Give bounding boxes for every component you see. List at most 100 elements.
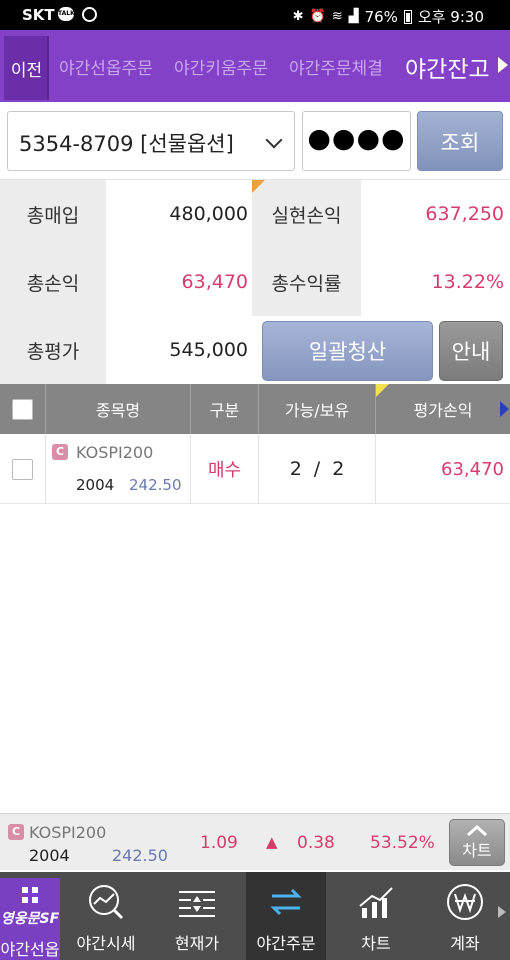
- tab-night-order-execution[interactable]: 야간주문체결: [289, 54, 383, 79]
- total-pl-label: 총손익: [0, 248, 106, 316]
- account-select-value: 5354-8709 [선물옵션]: [19, 132, 234, 156]
- row-checkbox[interactable]: [12, 458, 33, 480]
- nav-label: 계좌: [450, 934, 480, 953]
- total-eval-label: 총평가: [0, 316, 106, 384]
- balance-summary: 총매입 480,000 실현손익 637,250 총손익 63,470 총수익률…: [0, 180, 510, 384]
- wifi-icon: ≋: [331, 9, 343, 24]
- holdings-table-header: 종목명 구분 가능/보유 평가손익: [0, 384, 510, 434]
- row-symbol: KOSPI200: [76, 443, 154, 462]
- bottom-nav: 영웅문SF 야간선옵 야간시세 현재가 야간주문 차트 계좌: [0, 872, 510, 960]
- nav-label: 야간선옵: [0, 940, 60, 959]
- nav-night-order[interactable]: 야간주문: [246, 872, 326, 960]
- guide-button[interactable]: 안내: [439, 321, 503, 381]
- back-button[interactable]: 이전: [4, 36, 49, 100]
- header-qty[interactable]: 가능/보유: [259, 384, 376, 434]
- chevron-down-icon: [265, 131, 283, 149]
- talk-icon: TALK: [58, 7, 75, 21]
- query-button[interactable]: 조회: [417, 111, 503, 171]
- row-held: 2: [332, 458, 345, 480]
- price-lines-icon: [179, 891, 215, 917]
- signal-icon: ▟: [348, 9, 359, 24]
- nav-scroll-right-icon[interactable]: [498, 906, 506, 918]
- grid-icon: [22, 887, 38, 903]
- nav-night-quote[interactable]: 야간시세: [66, 872, 146, 960]
- account-row: 5354-8709 [선물옵션] ●●●● 조회: [0, 102, 510, 180]
- alarm-icon: ⏰: [309, 9, 326, 24]
- header-side[interactable]: 구분: [191, 384, 259, 434]
- corner-marker-icon: [252, 180, 265, 193]
- nav-current-price[interactable]: 현재가: [157, 872, 237, 960]
- qty-separator: /: [313, 458, 321, 480]
- chevron-up-icon: [467, 825, 487, 837]
- quote-bar[interactable]: C KOSPI200 2004 242.50 1.09 ▲ 0.38 53.52…: [0, 813, 510, 870]
- battery-percent: 76%: [364, 7, 398, 26]
- nav-label: 차트: [361, 934, 391, 953]
- tab-scroll-right-icon[interactable]: [498, 57, 508, 73]
- carrier-label: SKT: [22, 6, 55, 24]
- tab-night-option-order[interactable]: 야간선옵주문: [59, 54, 153, 79]
- quote-rate: 53.52%: [370, 833, 435, 853]
- summary-row-3: 총평가 545,000 일괄청산 안내: [0, 316, 510, 384]
- exchange-arrows-icon: [270, 888, 302, 916]
- clock: 오후 9:30: [417, 8, 484, 26]
- call-badge: C: [8, 824, 24, 840]
- top-tab-bar: 이전 야간선옵주문 야간키움주문 야간주문체결 야간잔고: [0, 30, 510, 102]
- quote-month: 2004: [29, 846, 70, 865]
- globe-search-icon: [89, 885, 124, 920]
- row-qty: 2 / 2: [259, 434, 376, 504]
- nav-label: 현재가: [174, 934, 220, 953]
- nav-home[interactable]: 영웅문SF 야간선옵: [0, 878, 60, 960]
- won-icon: [447, 884, 483, 920]
- row-check-cell: [0, 434, 46, 504]
- quote-price: 1.09: [200, 833, 238, 853]
- total-buy-value: 480,000: [106, 180, 252, 248]
- nav-account[interactable]: 계좌: [425, 872, 505, 960]
- total-return-label: 총수익률: [252, 248, 361, 316]
- header-name[interactable]: 종목명: [46, 384, 191, 434]
- bluetooth-icon: ✱: [292, 9, 304, 24]
- header-eval-pl-text: 평가손익: [413, 401, 473, 420]
- row-name-cell: C KOSPI200 2004 242.50: [46, 434, 191, 504]
- status-right: ✱ ⏰ ≋ ▟ 76% 오후 9:30: [293, 6, 484, 27]
- battery-icon: [403, 9, 412, 24]
- chart-icon: [359, 887, 393, 918]
- select-all-cell: [0, 384, 46, 434]
- select-all-checkbox[interactable]: [12, 398, 33, 420]
- realized-pl-value: 637,250: [361, 180, 510, 248]
- status-bar: SKT TALK ✱ ⏰ ≋ ▟ 76% 오후 9:30: [0, 0, 510, 30]
- row-available: 2: [289, 458, 302, 480]
- row-eval-pl: 63,470: [441, 458, 504, 480]
- tab-night-balance[interactable]: 야간잔고: [405, 50, 490, 84]
- quote-symbol: KOSPI200: [29, 823, 107, 842]
- row-strike: 242.50: [129, 476, 182, 494]
- chart-button-label: 차트: [462, 841, 492, 860]
- realized-pl-label-text: 실현손익: [271, 204, 342, 227]
- tab-night-kiwoom-order[interactable]: 야간키움주문: [174, 54, 268, 79]
- account-select[interactable]: 5354-8709 [선물옵션]: [7, 111, 295, 171]
- brand-logo: 영웅문SF: [0, 911, 60, 927]
- row-side: 매수: [191, 434, 259, 504]
- up-arrow-icon: ▲: [266, 833, 278, 851]
- quote-strike: 242.50: [112, 846, 168, 865]
- quote-change: 0.38: [297, 833, 335, 853]
- nav-label: 야간주문: [256, 934, 316, 953]
- header-eval-pl[interactable]: 평가손익: [376, 384, 510, 434]
- call-badge: C: [52, 444, 68, 460]
- row-month: 2004: [76, 476, 115, 494]
- chart-button[interactable]: 차트: [449, 819, 505, 866]
- total-return-value: 13.22%: [361, 248, 510, 316]
- corner-marker-icon: [376, 384, 389, 397]
- total-eval-value: 545,000: [106, 316, 252, 384]
- nav-label: 야간시세: [76, 934, 136, 953]
- total-buy-label: 총매입: [0, 180, 106, 248]
- summary-row-2: 총손익 63,470 총수익률 13.22%: [0, 248, 510, 316]
- nav-chart[interactable]: 차트: [336, 872, 416, 960]
- summary-row-1: 총매입 480,000 실현손익 637,250: [0, 180, 510, 248]
- gear-icon: [82, 7, 97, 22]
- liquidate-all-button[interactable]: 일괄청산: [262, 321, 433, 381]
- total-pl-value: 63,470: [106, 248, 252, 316]
- password-field[interactable]: ●●●●: [302, 111, 411, 171]
- table-row[interactable]: C KOSPI200 2004 242.50 매수 2 / 2 63,470: [0, 434, 510, 504]
- scroll-right-icon[interactable]: [500, 401, 509, 417]
- realized-pl-label: 실현손익: [252, 180, 361, 248]
